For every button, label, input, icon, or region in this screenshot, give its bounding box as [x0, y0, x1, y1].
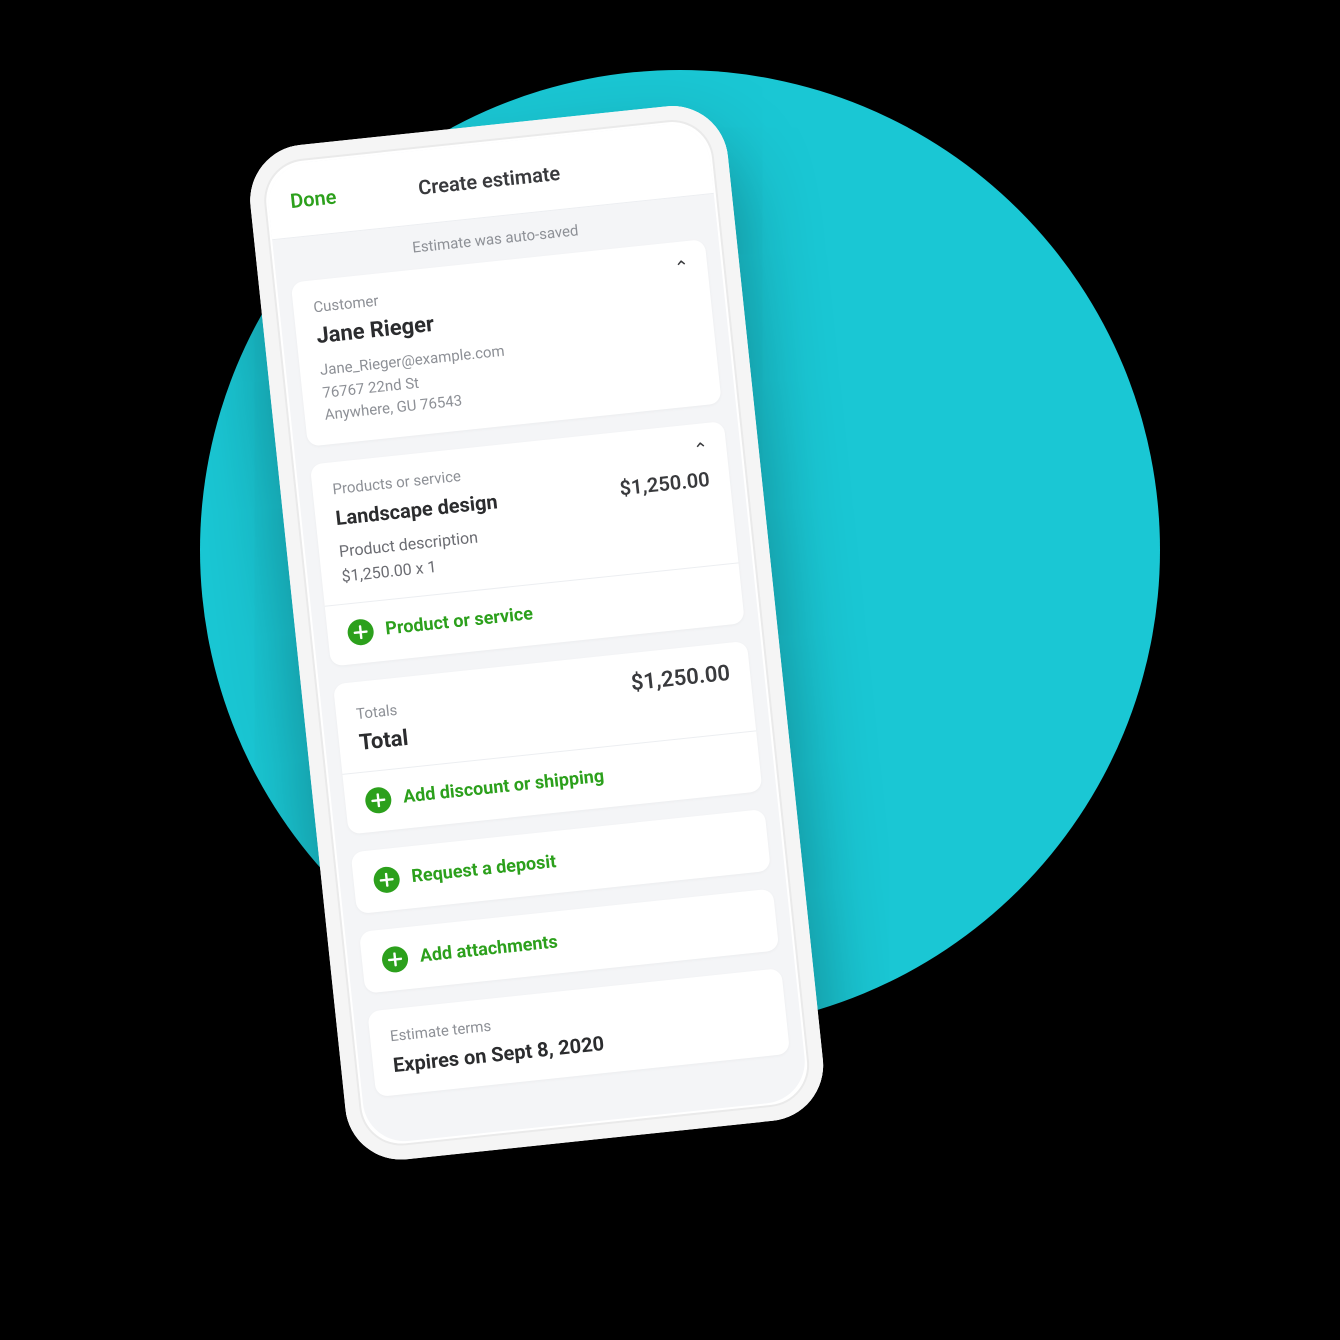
- add-attachments-label: Add attachments: [419, 932, 559, 967]
- request-deposit-label: Request a deposit: [410, 851, 557, 887]
- phone-shadow: [300, 1220, 840, 1290]
- plus-circle-icon: [364, 786, 393, 815]
- done-button[interactable]: Done: [289, 184, 338, 213]
- chevron-up-icon: ⌃: [673, 257, 690, 279]
- products-card: ⌃ Products or service Landscape design $…: [310, 421, 745, 667]
- chevron-up-icon: ⌃: [692, 438, 709, 460]
- totals-section-label: Totals: [355, 700, 406, 723]
- add-discount-shipping-label: Add discount or shipping: [402, 766, 605, 808]
- total-amount: $1,250.00: [630, 661, 731, 696]
- plus-circle-icon: [346, 618, 375, 647]
- add-product-label: Product or service: [384, 604, 534, 640]
- totals-card: Totals Total $1,250.00 Add discount or s…: [333, 641, 763, 835]
- estimate-terms-card[interactable]: Estimate terms Expires on Sept 8, 2020: [367, 968, 790, 1097]
- line-item-price: $1,250.00: [618, 466, 710, 499]
- total-label: Total: [358, 726, 410, 756]
- plus-circle-icon: [372, 865, 401, 894]
- plus-circle-icon: [381, 945, 410, 974]
- page-title: Create estimate: [417, 160, 561, 199]
